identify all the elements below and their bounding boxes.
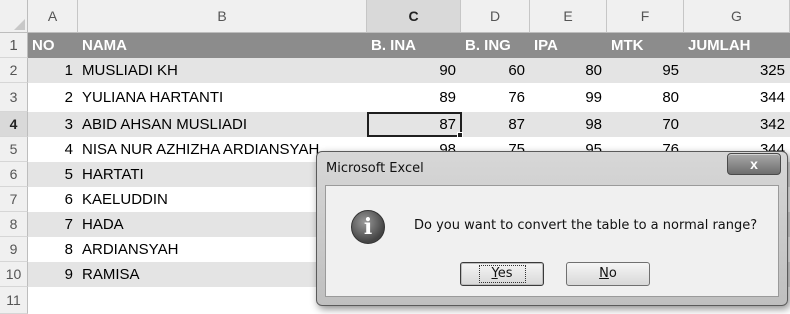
cell-b-ing[interactable]: 60 <box>461 58 530 83</box>
row-number[interactable]: 8 <box>0 212 28 237</box>
close-icon: x <box>750 156 758 172</box>
yes-button[interactable]: Yes <box>460 262 544 286</box>
row-number[interactable]: 4 <box>0 112 28 137</box>
cell-b-ina[interactable]: 89 <box>367 83 461 112</box>
table-header-row: 1 NO NAMA B. INA B. ING IPA MTK JUMLAH <box>0 33 790 58</box>
cell-jumlah[interactable]: 344 <box>684 83 790 112</box>
cell-mtk[interactable]: 95 <box>607 58 684 83</box>
header-cell-nama[interactable]: NAMA <box>78 33 367 58</box>
cell-b-ing[interactable]: 87 <box>461 112 530 137</box>
cell-no[interactable]: 8 <box>28 237 78 262</box>
header-cell-b-ing[interactable]: B. ING <box>461 33 530 58</box>
column-header-a[interactable]: A <box>28 0 78 33</box>
cell-jumlah[interactable]: 342 <box>684 112 790 137</box>
header-cell-ipa[interactable]: IPA <box>530 33 607 58</box>
row-number[interactable]: 6 <box>0 162 28 187</box>
active-cell-selection <box>367 112 462 137</box>
no-accelerator: N <box>599 266 609 281</box>
header-cell-b-ina[interactable]: B. INA <box>367 33 461 58</box>
cell-ipa[interactable]: 80 <box>530 58 607 83</box>
dialog-body: i Do you want to convert the table to a … <box>325 185 779 297</box>
column-header-c[interactable]: C <box>367 0 461 33</box>
column-header-d[interactable]: D <box>461 0 530 33</box>
fill-handle[interactable] <box>457 132 463 138</box>
info-icon: i <box>351 210 385 244</box>
row-number[interactable]: 11 <box>0 287 28 314</box>
select-all-corner[interactable] <box>0 0 28 33</box>
no-label: o <box>608 266 617 281</box>
cell-mtk[interactable]: 80 <box>607 83 684 112</box>
cell-no[interactable]: 3 <box>28 112 78 137</box>
close-button[interactable]: x <box>727 153 781 175</box>
row-number[interactable]: 3 <box>0 83 28 112</box>
table-row: 3 2 YULIANA HARTANTI 89 76 99 80 344 <box>0 83 790 112</box>
column-header-row: A B C D E F G <box>0 0 790 33</box>
cell-b-ina[interactable]: 90 <box>367 58 461 83</box>
cell-no[interactable]: 1 <box>28 58 78 83</box>
cell-ipa[interactable]: 99 <box>530 83 607 112</box>
convert-range-dialog: Microsoft Excel x i Do you want to conve… <box>316 151 788 306</box>
yes-label: es <box>497 266 513 281</box>
row-number[interactable]: 1 <box>0 33 28 58</box>
header-cell-mtk[interactable]: MTK <box>607 33 684 58</box>
column-header-f[interactable]: F <box>607 0 684 33</box>
cell-nama[interactable]: ABID AHSAN MUSLIADI <box>78 112 367 137</box>
cell-no[interactable]: 7 <box>28 212 78 237</box>
cell-nama[interactable]: MUSLIADI KH <box>78 58 367 83</box>
column-header-e[interactable]: E <box>530 0 607 33</box>
cell-mtk[interactable]: 70 <box>607 112 684 137</box>
cell-jumlah[interactable]: 325 <box>684 58 790 83</box>
cell-no[interactable]: 6 <box>28 187 78 212</box>
header-cell-no[interactable]: NO <box>28 33 78 58</box>
row-number[interactable]: 2 <box>0 58 28 83</box>
column-header-b[interactable]: B <box>78 0 367 33</box>
dialog-title: Microsoft Excel <box>326 161 424 176</box>
cell-no[interactable] <box>28 287 78 314</box>
row-number[interactable]: 5 <box>0 137 28 162</box>
no-button[interactable]: No <box>566 262 650 286</box>
cell-no[interactable]: 9 <box>28 262 78 287</box>
cell-nama[interactable]: YULIANA HARTANTI <box>78 83 367 112</box>
cell-ipa[interactable]: 98 <box>530 112 607 137</box>
cell-no[interactable]: 4 <box>28 137 78 162</box>
header-cell-jumlah[interactable]: JUMLAH <box>684 33 790 58</box>
column-header-g[interactable]: G <box>684 0 790 33</box>
dialog-message: Do you want to convert the table to a no… <box>414 218 758 233</box>
row-number[interactable]: 10 <box>0 262 28 287</box>
row-number[interactable]: 9 <box>0 237 28 262</box>
row-number[interactable]: 7 <box>0 187 28 212</box>
cell-b-ing[interactable]: 76 <box>461 83 530 112</box>
cell-no[interactable]: 2 <box>28 83 78 112</box>
cell-no[interactable]: 5 <box>28 162 78 187</box>
table-row: 2 1 MUSLIADI KH 90 60 80 95 325 <box>0 58 790 83</box>
